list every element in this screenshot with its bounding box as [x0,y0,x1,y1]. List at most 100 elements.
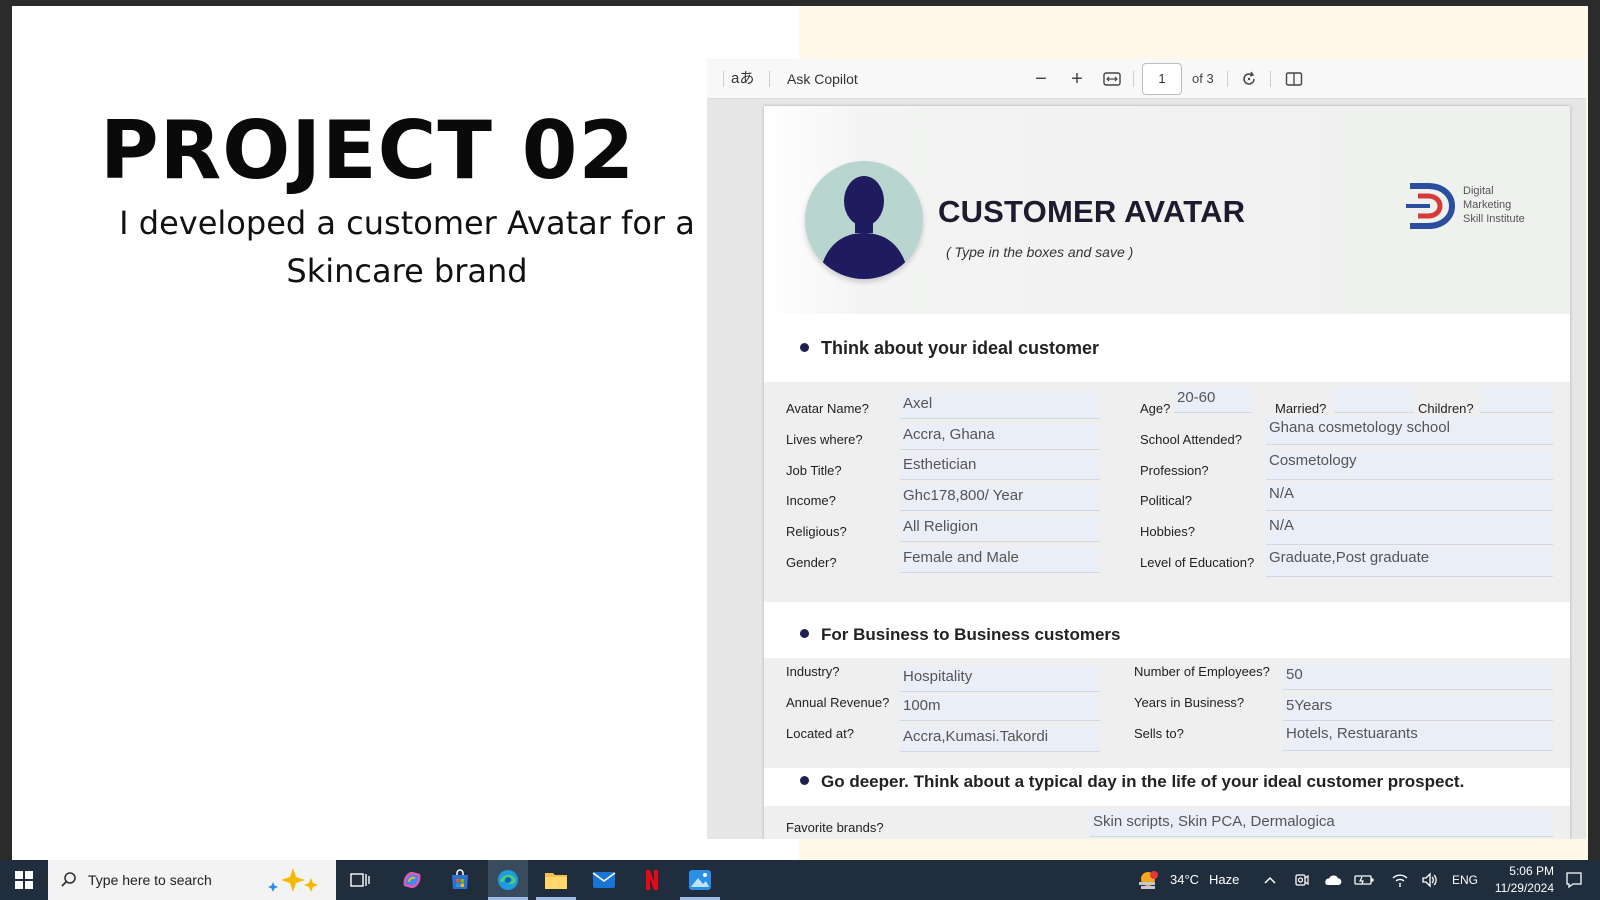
clock[interactable]: 5:06 PM 11/29/2024 [1480,863,1554,897]
favorite-brands-label: Favorite brands? [786,820,884,835]
lives-where-label: Lives where? [786,432,863,447]
logo-text: Digital Marketing Skill Institute [1463,185,1525,225]
education-level-field[interactable]: Graduate,Post graduate [1266,547,1553,577]
religious-field[interactable]: All Religion [900,516,1100,542]
avatar-name-field[interactable]: Axel [900,393,1100,419]
chevron-up-icon[interactable] [1258,860,1282,900]
page-total: of 3 [1192,71,1214,86]
meet-now-icon[interactable] [1290,860,1314,900]
hobbies-label: Hobbies? [1140,524,1195,539]
desktop: PROJECT 02 I developed a customer Avatar… [0,0,1600,900]
employees-label: Number of Employees? [1134,664,1270,679]
store-app-icon[interactable] [440,860,480,900]
slide-title: PROJECT 02 [100,104,636,197]
b2b-panel: Industry? Hospitality Annual Revenue? 10… [764,658,1570,768]
job-title-field[interactable]: Esthetician [900,454,1100,480]
income-field[interactable]: Ghc178,800/ Year [900,485,1100,511]
school-attended-field[interactable]: Ghana cosmetology school [1266,417,1553,445]
netflix-app-icon[interactable] [632,860,672,900]
zoom-out-icon[interactable]: − [1029,59,1053,99]
ideal-customer-panel: Avatar Name? Axel Lives where? Accra, Gh… [764,382,1570,602]
file-explorer-icon[interactable] [536,860,576,900]
children-label: Children? [1418,401,1474,416]
toolbar-divider [1227,71,1228,87]
hobbies-field[interactable]: N/A [1266,515,1553,545]
employees-field[interactable]: 50 [1283,664,1553,690]
political-field[interactable]: N/A [1266,483,1553,511]
years-in-business-field[interactable]: 5Years [1283,695,1553,721]
political-label: Political? [1140,493,1193,508]
toolbar-divider [723,71,724,87]
age-field[interactable]: 20-60 [1174,387,1252,413]
education-level-label: Level of Education? [1140,555,1255,570]
go-deeper-panel: Favorite brands? Skin scripts, Skin PCA,… [764,806,1570,839]
translate-icon[interactable]: aあ [731,59,754,99]
toolbar-divider [1270,71,1271,87]
gender-field[interactable]: Female and Male [900,547,1100,573]
school-attended-label: School Attended? [1140,432,1242,447]
bullet-icon [800,629,809,639]
bullet-icon [800,342,809,352]
age-label: Age? [1140,401,1171,416]
section-heading-b2b: For Business to Business customers [800,625,1120,645]
profession-label: Profession? [1140,463,1209,478]
weather-desc[interactable]: Haze [1209,860,1239,900]
favorite-brands-field[interactable]: Skin scripts, Skin PCA, Dermalogica [1090,811,1553,837]
toolbar-divider [769,71,770,87]
section-heading-ideal-customer: Think about your ideal customer [800,338,1099,359]
battery-icon[interactable] [1352,860,1376,900]
search-icon [61,872,76,887]
industry-label: Industry? [786,664,840,679]
mail-app-icon[interactable] [584,860,624,900]
taskbar-search-box[interactable]: Type here to search [48,860,336,900]
bullet-icon [800,776,809,786]
ask-copilot-button[interactable]: Ask Copilot [787,59,858,99]
located-at-field[interactable]: Accra,Kumasi.Takordi [900,726,1100,752]
lives-where-field[interactable]: Accra, Ghana [900,424,1100,450]
sells-to-field[interactable]: Hotels, Restuarants [1283,723,1553,751]
search-placeholder: Type here to search [88,872,212,888]
task-view-icon[interactable] [344,860,376,900]
gender-label: Gender? [786,555,837,570]
job-title-label: Job Title? [786,463,842,478]
wifi-icon[interactable] [1388,860,1412,900]
weather-temp[interactable]: 34°C [1170,860,1199,900]
married-label: Married? [1275,401,1327,416]
annual-revenue-label: Annual Revenue? [786,695,890,710]
photos-app-icon[interactable] [680,860,720,900]
page-number-input[interactable]: 1 [1142,63,1182,95]
years-in-business-label: Years in Business? [1134,695,1245,710]
edge-app-icon[interactable] [488,860,528,900]
language-indicator[interactable]: ENG [1452,860,1478,900]
profession-field[interactable]: Cosmetology [1266,450,1553,480]
avatar-name-label: Avatar Name? [786,401,869,416]
weather-icon[interactable] [1134,860,1164,900]
taskbar: Type here to search 34°C Haze ENG 5:06 P… [0,860,1600,900]
volume-icon[interactable] [1418,860,1442,900]
person-silhouette-icon [805,161,923,279]
copilot-app-icon[interactable] [392,860,432,900]
section-heading-go-deeper: Go deeper. Think about a typical day in … [800,772,1464,792]
married-field[interactable] [1334,387,1414,413]
page-view-icon[interactable] [1282,59,1306,99]
fit-width-icon[interactable] [1100,59,1124,99]
start-button[interactable] [0,860,48,900]
children-field[interactable] [1480,387,1553,413]
onedrive-icon[interactable] [1320,860,1346,900]
notification-icon[interactable] [1556,860,1592,900]
pdf-viewer: aあ Ask Copilot − + 1 of 3 CUSTOMER AVATA… [707,59,1586,839]
zoom-in-icon[interactable]: + [1065,59,1089,99]
slide-subtitle: I developed a customer Avatar for a Skin… [119,204,695,290]
document-header: CUSTOMER AVATAR ( Type in the boxes and … [764,106,1570,314]
windows-icon [15,871,33,889]
industry-field[interactable]: Hospitality [900,666,1100,692]
dmsi-logo-icon [1404,178,1456,239]
clock-date: 11/29/2024 [1494,881,1554,895]
annual-revenue-field[interactable]: 100m [900,695,1100,721]
document-instruction: ( Type in the boxes and save ) [946,244,1134,260]
located-at-label: Located at? [786,726,854,741]
toolbar-divider [1133,71,1134,87]
rotate-icon[interactable] [1237,59,1261,99]
sells-to-label: Sells to? [1134,726,1184,741]
clock-time: 5:06 PM [1509,864,1554,878]
